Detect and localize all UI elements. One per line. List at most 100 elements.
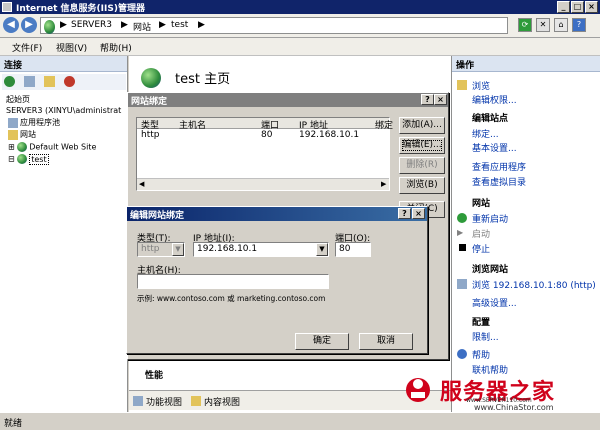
- action-advanced-settings[interactable]: 高级设置...: [472, 296, 517, 309]
- cell-type: http: [141, 130, 160, 140]
- tab-content-view[interactable]: 内容视图: [204, 395, 240, 408]
- action-stop[interactable]: 停止: [472, 242, 490, 255]
- cancel-button[interactable]: 取消: [359, 333, 413, 350]
- page-title: test 主页: [175, 72, 231, 87]
- ip-address-select[interactable]: 192.168.10.1 ▼: [193, 242, 329, 257]
- help-icon: [457, 349, 467, 359]
- ok-button[interactable]: 确定: [295, 333, 349, 350]
- breadcrumb[interactable]: ▶ SERVER3 ▶ 网站 ▶ test ▶: [40, 17, 508, 34]
- remove-binding-button: 删除(R): [399, 157, 445, 174]
- dialog-help-button[interactable]: ?: [421, 94, 434, 105]
- save-icon[interactable]: [24, 76, 35, 87]
- section-edit-site: 编辑站点: [472, 114, 509, 124]
- section-configure: 配置: [472, 318, 491, 328]
- tree-label: test: [29, 153, 49, 165]
- back-button[interactable]: ◀: [3, 17, 19, 33]
- edit-binding-title: 编辑网站绑定: [127, 207, 427, 221]
- ip-value: 192.168.10.1: [197, 244, 258, 254]
- action-bindings[interactable]: 绑定...: [472, 127, 499, 140]
- table-row[interactable]: http 80 192.168.10.1: [137, 130, 389, 142]
- menu-bar: 文件(F) 视图(V) 帮助(H): [0, 38, 600, 56]
- window-title: Internet 信息服务(IIS)管理器: [16, 4, 145, 14]
- action-basic-settings[interactable]: 基本设置...: [472, 141, 517, 154]
- action-restart[interactable]: 重新启动: [472, 212, 508, 225]
- action-limits[interactable]: 限制...: [472, 330, 499, 343]
- type-value: http: [141, 244, 160, 254]
- edit-binding-dialog: 编辑网站绑定 ? × 类型(T): http ▼ IP 地址(I): 192.1…: [126, 206, 428, 354]
- chevron-down-icon[interactable]: ▼: [316, 243, 328, 256]
- section-browse-site: 浏览网站: [472, 265, 509, 275]
- app-pool-icon: [8, 117, 18, 128]
- tree-label: Default Web Site: [29, 142, 97, 152]
- iis-app-icon: [2, 2, 12, 12]
- actions-panel: 操作 浏览 编辑权限... 编辑站点 绑定... 基本设置... 查看应用程序 …: [451, 56, 600, 412]
- browse-site-icon: [457, 279, 467, 289]
- globe-icon: [17, 142, 28, 152]
- connect-icon[interactable]: [4, 76, 15, 87]
- action-start: 启动: [472, 230, 491, 240]
- features-view-icon: [133, 396, 143, 406]
- restart-icon: [457, 213, 467, 223]
- breadcrumb-arrow-icon: ▶: [198, 20, 205, 30]
- action-view-applications[interactable]: 查看应用程序: [472, 160, 526, 173]
- scroll-right-icon[interactable]: ▶: [381, 180, 386, 188]
- close-button[interactable]: ×: [585, 1, 598, 13]
- tree-label: 网站: [20, 130, 36, 139]
- add-binding-button[interactable]: 添加(A)...: [399, 117, 445, 134]
- cell-ip: 192.168.10.1: [299, 130, 360, 140]
- status-bar: 就绪: [0, 412, 600, 430]
- dialog-close-button[interactable]: ×: [412, 208, 425, 219]
- folder-icon: [8, 129, 18, 140]
- start-icon: ▶: [457, 228, 464, 237]
- globe-icon: [44, 20, 55, 34]
- action-browse-site[interactable]: 浏览 192.168.10.1:80 (http): [472, 278, 596, 291]
- action-edit-permissions[interactable]: 编辑权限...: [472, 93, 517, 106]
- tree-item-app-pools[interactable]: 应用程序池: [8, 117, 60, 128]
- home-icon[interactable]: ⌂: [554, 18, 568, 32]
- port-field[interactable]: 80: [335, 242, 371, 257]
- menu-view[interactable]: 视图(V): [56, 41, 87, 54]
- scroll-left-icon[interactable]: ◀: [139, 180, 144, 188]
- stop-icon: [459, 244, 466, 251]
- refresh-icon[interactable]: ⟳: [518, 18, 532, 32]
- expand-icon[interactable]: ⊞: [8, 143, 15, 152]
- tree-item-server[interactable]: SERVER3 (XINYU\administrat: [6, 106, 121, 115]
- maximize-button[interactable]: □: [571, 1, 584, 13]
- tab-features-view[interactable]: 功能视图: [146, 395, 182, 408]
- disconnect-icon[interactable]: [64, 76, 75, 87]
- tree-item-test[interactable]: ⊟ test: [8, 153, 49, 165]
- tree-item-sites[interactable]: 网站: [8, 129, 36, 140]
- breadcrumb-test[interactable]: test: [171, 20, 188, 30]
- site-globe-icon: [141, 68, 161, 88]
- menu-file[interactable]: 文件(F): [12, 41, 42, 54]
- connections-toolbar: [2, 74, 126, 90]
- chevron-down-icon: ▼: [172, 243, 184, 256]
- hostname-field[interactable]: [137, 274, 329, 289]
- action-browse[interactable]: 浏览: [472, 79, 490, 92]
- action-help[interactable]: 帮助: [472, 348, 490, 361]
- folder-up-icon[interactable]: [44, 76, 55, 87]
- collapse-icon[interactable]: ⊟: [8, 155, 15, 164]
- minimize-button[interactable]: _: [557, 1, 570, 13]
- stop-icon[interactable]: ✕: [536, 18, 550, 32]
- browse-binding-button[interactable]: 浏览(B): [399, 177, 445, 194]
- browse-icon: [457, 80, 467, 90]
- dialog-close-button[interactable]: ×: [434, 94, 447, 105]
- edit-binding-button[interactable]: 编辑(E)...: [399, 137, 445, 154]
- address-bar: ◀ ▶ ▶ SERVER3 ▶ 网站 ▶ test ▶ ⟳ ✕ ⌂ ?: [0, 14, 600, 38]
- breadcrumb-arrow-icon: ▶: [121, 20, 128, 30]
- dialog-help-button[interactable]: ?: [398, 208, 411, 219]
- breadcrumb-sites[interactable]: 网站: [133, 20, 151, 33]
- tree-item-default-site[interactable]: ⊞ Default Web Site: [8, 142, 96, 152]
- action-view-virtual-dirs[interactable]: 查看虚拟目录: [472, 175, 526, 188]
- watermark: 服务器之家 www.SERVER110.com www.ChinaStor.co…: [402, 372, 600, 412]
- help-icon[interactable]: ?: [572, 18, 586, 32]
- site-bindings-title: 网站绑定: [128, 93, 448, 107]
- menu-help[interactable]: 帮助(H): [100, 41, 132, 54]
- connections-header: 连接: [0, 56, 127, 72]
- forward-button[interactable]: ▶: [21, 17, 37, 33]
- horizontal-scrollbar[interactable]: ◀ ▶: [137, 178, 389, 190]
- tree-item-start-page[interactable]: 起始页: [6, 94, 30, 105]
- breadcrumb-server[interactable]: SERVER3: [71, 20, 112, 30]
- bindings-table[interactable]: 类型 主机名 端口 IP 地址 绑定 http 80 192.168.10.1 …: [136, 117, 393, 191]
